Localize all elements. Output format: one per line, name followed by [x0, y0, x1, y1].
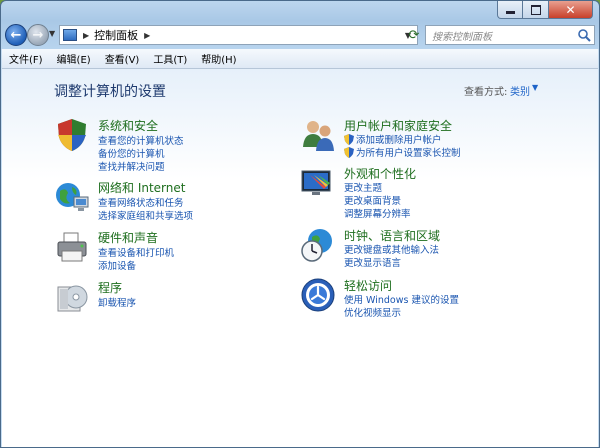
category-title[interactable]: 系统和安全: [98, 117, 158, 134]
view-by-dropdown[interactable]: 类别: [510, 83, 530, 98]
link-windows-recommended-settings[interactable]: 使用 Windows 建议的设置: [344, 292, 459, 306]
menu-bar: 文件(F) 编辑(E) 查看(V) 工具(T) 帮助(H): [2, 49, 598, 69]
chevron-down-icon[interactable]: ▼: [532, 83, 538, 92]
link-add-device[interactable]: 添加设备: [98, 258, 136, 272]
chevron-down-icon: ▼: [49, 29, 56, 38]
address-bar[interactable]: ▶ 控制面板 ▶ ▼: [59, 25, 418, 45]
close-icon: ✕: [565, 2, 576, 17]
menu-file[interactable]: 文件(F): [2, 51, 50, 66]
control-panel-icon: [63, 29, 77, 41]
link-view-network-status[interactable]: 查看网络状态和任务: [98, 195, 184, 209]
minimize-icon: [505, 11, 515, 14]
search-icon[interactable]: [577, 28, 591, 42]
programs-disc-icon[interactable]: [54, 279, 90, 315]
minimize-button[interactable]: [497, 1, 523, 19]
refresh-icon: ⟳: [408, 27, 420, 43]
page-title: 调整计算机的设置: [54, 84, 166, 100]
link-uninstall-program[interactable]: 卸载程序: [98, 295, 136, 309]
menu-view[interactable]: 查看(V): [98, 51, 147, 66]
link-add-remove-accounts[interactable]: 添加或删除用户帐户: [344, 132, 442, 146]
link-change-keyboard[interactable]: 更改键盘或其他输入法: [344, 242, 439, 256]
link-parental-controls[interactable]: 为所有用户设置家长控制: [344, 145, 461, 159]
search-input[interactable]: 搜索控制面板: [425, 25, 595, 45]
link-troubleshoot[interactable]: 查找并解决问题: [98, 159, 165, 173]
category-title[interactable]: 网络和 Internet: [98, 179, 185, 196]
link-change-desktop-background[interactable]: 更改桌面背景: [344, 193, 401, 207]
link-text[interactable]: 添加或删除用户帐户: [356, 132, 442, 146]
forward-button[interactable]: →: [27, 24, 49, 46]
link-optimize-visual-display[interactable]: 优化视频显示: [344, 305, 401, 319]
uac-shield-icon: [344, 133, 354, 145]
caption-buttons: ✕: [497, 1, 593, 19]
close-button[interactable]: ✕: [549, 1, 593, 19]
link-adjust-resolution[interactable]: 调整屏幕分辨率: [344, 206, 411, 220]
link-change-theme[interactable]: 更改主题: [344, 180, 382, 194]
link-backup-computer[interactable]: 备份您的计算机: [98, 146, 165, 160]
link-text[interactable]: 为所有用户设置家长控制: [356, 145, 461, 159]
breadcrumb-control-panel[interactable]: 控制面板: [94, 27, 138, 43]
category-title[interactable]: 硬件和声音: [98, 229, 158, 246]
link-change-display-language[interactable]: 更改显示语言: [344, 255, 401, 269]
view-by-label: 查看方式:: [464, 87, 508, 98]
ease-of-access-icon[interactable]: [300, 277, 336, 313]
link-devices-printers[interactable]: 查看设备和打印机: [98, 245, 174, 259]
menu-help[interactable]: 帮助(H): [194, 51, 243, 66]
breadcrumb-separator-icon[interactable]: ▶: [144, 31, 150, 40]
appearance-monitor-icon[interactable]: [300, 165, 336, 201]
security-shield-icon[interactable]: [54, 117, 90, 153]
menu-edit[interactable]: 编辑(E): [50, 51, 98, 66]
clock-globe-icon[interactable]: [300, 227, 336, 263]
refresh-button[interactable]: ⟳: [403, 25, 425, 45]
control-panel-window: ✕ ← → ▼ ▶ 控制面板 ▶ ▼ ⟳ 搜索控制面板 文件(F) 编辑(E) …: [0, 0, 600, 448]
category-title[interactable]: 程序: [98, 279, 122, 296]
search-placeholder: 搜索控制面板: [432, 31, 492, 43]
content-area: 调整计算机的设置 查看方式: 类别 ▼ 系统和安全 查看您的计算机状态 备份您的…: [2, 69, 598, 447]
breadcrumb-separator-icon[interactable]: ▶: [83, 31, 89, 40]
menu-tools[interactable]: 工具(T): [146, 51, 194, 66]
link-homegroup-sharing[interactable]: 选择家庭组和共享选项: [98, 208, 193, 222]
maximize-button[interactable]: [523, 1, 549, 19]
arrow-right-icon: →: [32, 27, 44, 43]
network-globe-icon[interactable]: [54, 179, 90, 215]
printer-icon[interactable]: [54, 229, 90, 265]
back-button[interactable]: ←: [5, 24, 27, 46]
navigation-bar: ← → ▼ ▶ 控制面板 ▶ ▼ ⟳ 搜索控制面板: [5, 23, 595, 47]
recent-pages-button[interactable]: ▼: [49, 29, 55, 38]
maximize-icon: [530, 4, 541, 15]
users-icon[interactable]: [300, 117, 336, 153]
link-view-computer-status[interactable]: 查看您的计算机状态: [98, 133, 184, 147]
arrow-left-icon: ←: [10, 27, 22, 43]
uac-shield-icon: [344, 146, 354, 158]
